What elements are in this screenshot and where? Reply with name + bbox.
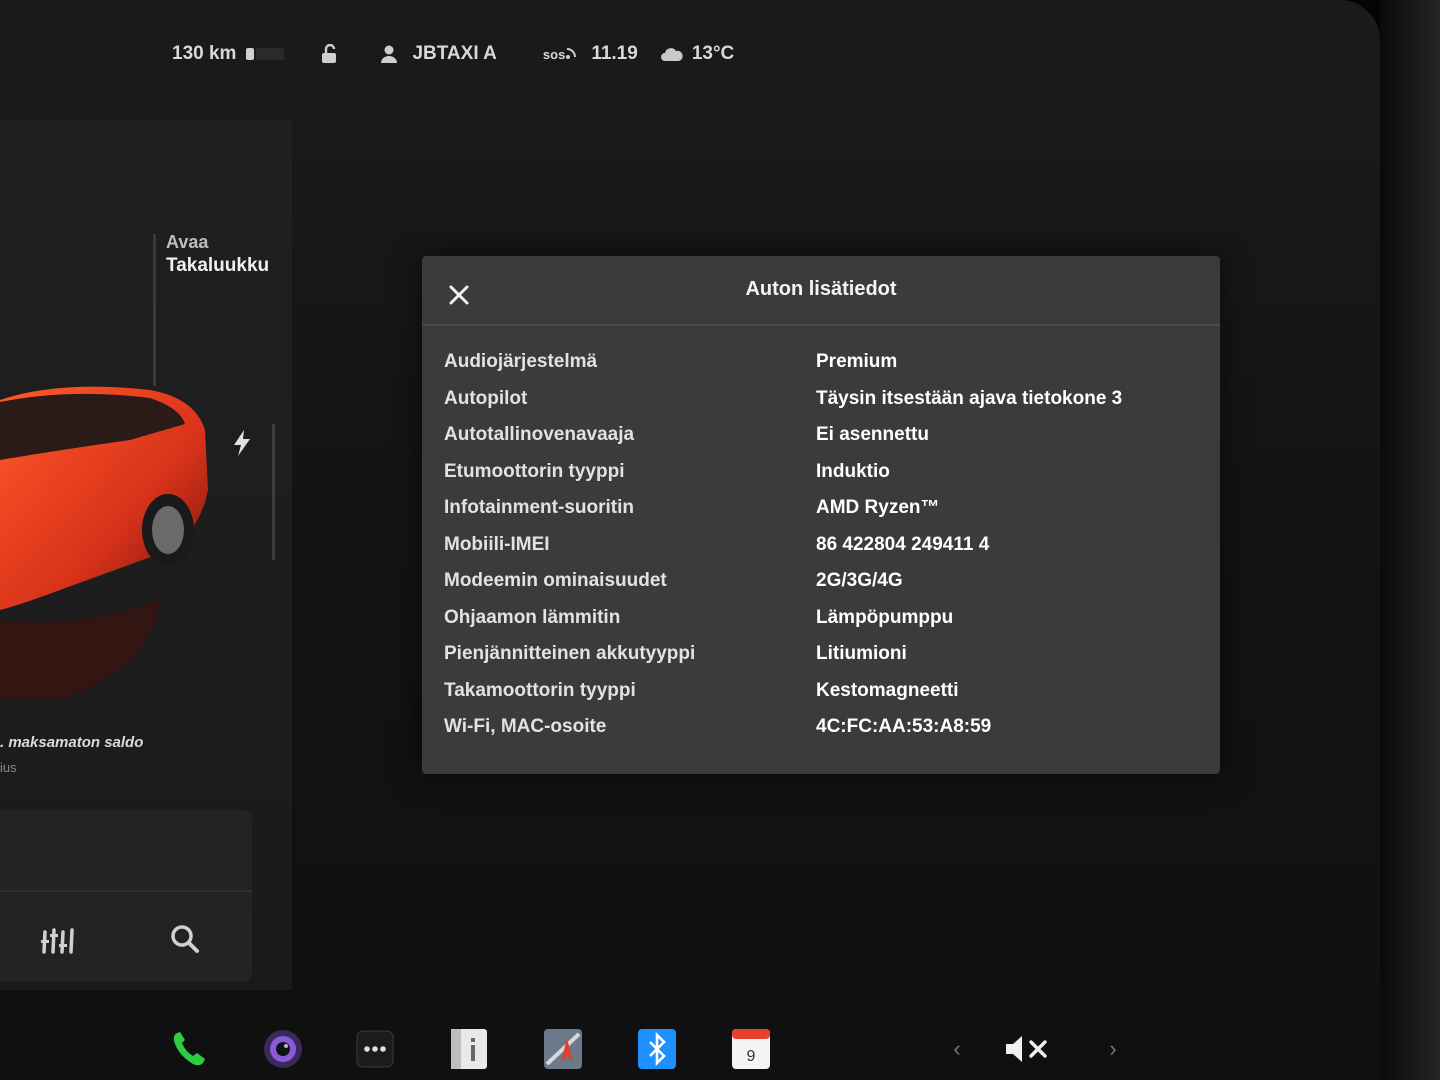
- detail-value: AMD Ryzen™: [816, 497, 940, 519]
- detail-row: Ohjaamon lämmitin Lämpöpumppu: [444, 600, 1204, 637]
- detail-value: Premium: [816, 351, 898, 373]
- detail-label: Wi-Fi, MAC-osoite: [444, 716, 607, 738]
- navigation-app-button[interactable]: [540, 1026, 586, 1072]
- chevron-left-icon: ‹: [953, 1036, 961, 1061]
- app-dock: 9 ‹ ›: [0, 1026, 1380, 1076]
- driver-profile[interactable]: JBTAXI A: [380, 43, 497, 65]
- detail-value: 4C:FC:AA:53:A8:59: [816, 716, 992, 738]
- detail-row: Autotallinovenavaaja Ei asennettu: [444, 417, 1204, 454]
- detail-label: Audiojärjestelmä: [444, 351, 598, 373]
- camera-app-button[interactable]: [260, 1026, 306, 1072]
- media-divider: [0, 890, 252, 892]
- status-bar: 130 km JBTAXI A SOS 11.19 13°C: [172, 38, 734, 70]
- person-icon: [381, 45, 398, 63]
- car-render: [0, 386, 208, 700]
- detail-label: Ohjaamon lämmitin: [444, 606, 621, 628]
- volume-up-button[interactable]: ›: [1090, 1026, 1136, 1072]
- vehicle-details-dialog: Auton lisätiedot Audiojärjestelmä Premium…: [422, 256, 1220, 774]
- detail-value: Induktio: [816, 460, 890, 482]
- manual-icon: [451, 1029, 487, 1069]
- detail-row: Etumoottorin tyyppi Induktio: [444, 454, 1204, 491]
- detail-value: 2G/3G/4G: [816, 570, 903, 592]
- detail-value: Litiumioni: [816, 643, 907, 665]
- battery-icon: [246, 48, 286, 60]
- detail-row: Takamoottorin tyyppi Kestomagneetti: [444, 673, 1204, 710]
- manual-app-button[interactable]: [446, 1026, 492, 1072]
- driver-name: JBTAXI A: [412, 43, 497, 64]
- details-list: Audiojärjestelmä Premium Autopilot Täysin …: [444, 344, 1204, 746]
- cloud-icon: [660, 48, 683, 61]
- detail-value: Lämpöpumppu: [816, 606, 954, 628]
- chevron-right-icon: ›: [1109, 1036, 1117, 1061]
- weather: 13°C: [660, 43, 734, 65]
- mute-button[interactable]: [1000, 1026, 1056, 1072]
- phone-icon: [173, 1032, 205, 1066]
- detail-row: Autopilot Täysin itsestään ajava tietokon…: [444, 381, 1204, 418]
- media-player-card[interactable]: [0, 810, 252, 982]
- unpaid-balance-subtext: ius: [0, 760, 17, 775]
- detail-value: Kestomagneetti: [816, 679, 959, 701]
- bluetooth-icon: [638, 1029, 676, 1069]
- open-trunk-button[interactable]: Avaa Takaluukku: [166, 232, 269, 277]
- temperature: 13°C: [691, 43, 735, 64]
- dialog-header: Auton lisätiedot: [422, 256, 1220, 326]
- charging-bolt-icon[interactable]: [232, 430, 252, 456]
- detail-label: Mobiili-IMEI: [444, 533, 550, 555]
- calendar-day: 9: [747, 1048, 756, 1065]
- detail-row: Infotainment-suoritin AMD Ryzen™: [444, 490, 1204, 527]
- detail-row: Modeemin ominaisuudet 2G/3G/4G: [444, 563, 1204, 600]
- bluetooth-app-button[interactable]: [634, 1026, 680, 1072]
- unpaid-balance-text: . maksamaton saldo: [0, 734, 144, 751]
- detail-label: Autopilot: [444, 387, 528, 409]
- detail-value: Ei asennettu: [816, 424, 929, 446]
- detail-label: Infotainment-suoritin: [444, 497, 634, 519]
- ellipsis-icon: [356, 1030, 394, 1068]
- muted-speaker-icon: [1006, 1036, 1047, 1062]
- trunk-pointer-line: [153, 234, 156, 386]
- camera-icon: [264, 1030, 302, 1068]
- detail-row: Mobiili-IMEI 86 422804 249411 4: [444, 527, 1204, 564]
- detail-value: 86 422804 249411 4: [816, 533, 990, 555]
- sos-label: SOS: [542, 46, 566, 62]
- detail-row: Wi-Fi, MAC-osoite 4C:FC:AA:53:A8:59: [444, 709, 1204, 746]
- panel-scrollbar[interactable]: [272, 424, 275, 560]
- search-icon[interactable]: [170, 924, 200, 954]
- equalizer-icon[interactable]: [40, 926, 74, 956]
- volume-down-button[interactable]: ‹: [934, 1026, 980, 1072]
- clock: 11.19: [591, 43, 638, 64]
- navigation-icon: [544, 1029, 582, 1069]
- detail-label: Takamoottorin tyyppi: [444, 679, 636, 701]
- detail-label: Pienjännitteinen akkutyyppi: [444, 643, 696, 665]
- battery-range[interactable]: 130 km: [172, 43, 286, 65]
- detail-value: Täysin itsestään ajava tietokone 3: [816, 387, 1123, 409]
- trunk-label: Takaluukku: [166, 255, 270, 276]
- calendar-icon: 9: [732, 1029, 770, 1069]
- phone-app-button[interactable]: [166, 1026, 212, 1072]
- unlock-icon[interactable]: [320, 44, 340, 64]
- detail-label: Modeemin ominaisuudet: [444, 570, 667, 592]
- detail-row: Pienjännitteinen akkutyyppi Litiumioni: [444, 636, 1204, 673]
- range-text: 130 km: [172, 43, 237, 64]
- detail-row: Audiojärjestelmä Premium: [444, 344, 1204, 381]
- sos-button[interactable]: SOS: [543, 47, 577, 62]
- dialog-title: Auton lisätiedot: [745, 278, 897, 300]
- detail-label: Autotallinovenavaaja: [444, 424, 635, 446]
- signal-icon: [566, 48, 577, 59]
- detail-label: Etumoottorin tyyppi: [444, 460, 625, 482]
- more-apps-button[interactable]: [352, 1026, 398, 1072]
- screen-bezel: [1380, 0, 1440, 1080]
- trunk-action-label: Avaa: [166, 232, 209, 252]
- calendar-app-button[interactable]: 9: [728, 1026, 774, 1072]
